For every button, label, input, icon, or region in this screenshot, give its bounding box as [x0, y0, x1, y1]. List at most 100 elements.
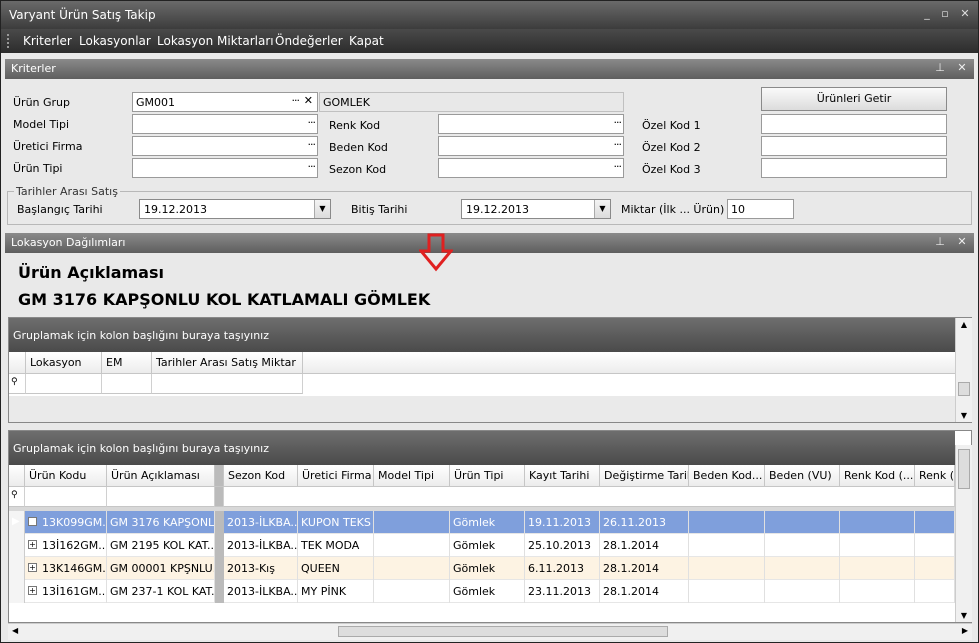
empty-cell[interactable] — [765, 580, 840, 603]
col-model-tipi[interactable]: Model Tipi — [374, 465, 450, 487]
col-satis-miktar[interactable]: Tarihler Arası Satış Miktar — [152, 352, 303, 374]
cell-desc[interactable]: GM 237-1 KOL KAT... — [107, 580, 215, 603]
ellipsis-icon[interactable]: ··· — [614, 160, 622, 173]
close-icon[interactable]: ✕ — [957, 7, 973, 21]
ellipsis-icon[interactable]: ··· — [308, 116, 316, 129]
scroll-right-icon[interactable]: ▶ — [962, 626, 968, 635]
cell-model[interactable] — [374, 534, 450, 557]
dropdown-arrow-icon[interactable]: ▼ — [594, 200, 610, 218]
empty-cell[interactable] — [915, 511, 955, 534]
cell-season[interactable]: 2013-İLKBA... — [224, 534, 298, 557]
cell-firm[interactable]: TEK MODA — [298, 534, 374, 557]
cell-model[interactable] — [374, 557, 450, 580]
filter-satis-miktar[interactable] — [152, 374, 303, 394]
empty-cell[interactable] — [689, 557, 765, 580]
col-beden-vu[interactable]: Beden (VU) — [765, 465, 840, 487]
ellipsis-icon[interactable]: ··· — [308, 138, 316, 151]
group-panel[interactable]: Gruplamak için kolon başlığını buraya ta… — [9, 318, 955, 352]
ellipsis-icon[interactable]: ··· — [292, 94, 300, 107]
empty-cell[interactable] — [840, 511, 915, 534]
start-date-picker[interactable]: 19.12.2013 ▼ — [139, 199, 331, 219]
cell-desc[interactable]: GM 3176 KAPŞONL... — [107, 511, 215, 534]
cell-type[interactable]: Gömlek — [450, 557, 525, 580]
scroll-down-icon[interactable]: ▼ — [956, 611, 972, 620]
col-urun-tipi[interactable]: Ürün Tipi — [450, 465, 525, 487]
cell-code[interactable]: 13İ162GM... — [25, 534, 107, 557]
products-hscroll[interactable]: ◀ ▶ — [8, 623, 972, 640]
empty-cell[interactable] — [915, 580, 955, 603]
cell-code[interactable]: 13K146GM... — [25, 557, 107, 580]
row-indicator[interactable] — [9, 580, 25, 603]
cell-firm[interactable]: MY PİNK — [298, 580, 374, 603]
urunleri-getir-button[interactable]: Ürünleri Getir — [761, 87, 947, 111]
cell-created[interactable]: 19.11.2013 — [525, 511, 600, 534]
cell-created[interactable]: 23.11.2013 — [525, 580, 600, 603]
col-renk-vu[interactable]: Renk (VU) — [915, 465, 955, 487]
col-beden-kod[interactable]: Beden Kod... — [689, 465, 765, 487]
empty-cell[interactable] — [689, 511, 765, 534]
cell-model[interactable] — [374, 580, 450, 603]
uretici-firma-input[interactable]: ··· — [132, 136, 318, 156]
col-renk-kod[interactable]: Renk Kod (... — [840, 465, 915, 487]
scroll-down-icon[interactable]: ▼ — [956, 411, 972, 420]
cell-season[interactable]: 2013-Kış — [224, 557, 298, 580]
table-row[interactable]: ▶ +13K099GM... GM 3176 KAPŞONL... 2013-İLKB… — [9, 511, 955, 534]
urun-grup-input[interactable]: GM001 ··· ✕ — [132, 92, 318, 112]
menu-kapat[interactable]: Kapat — [349, 34, 384, 48]
ellipsis-icon[interactable]: ··· — [614, 138, 622, 151]
table-row[interactable]: +13K146GM... GM 00001 KPŞNLU... 2013-Kış QU… — [9, 557, 955, 580]
cell-code[interactable]: 13İ161GM... — [25, 580, 107, 603]
pin-icon[interactable]: ⊥ — [933, 61, 947, 74]
table-row[interactable]: +13İ161GM... GM 237-1 KOL KAT... 2013-İLKB… — [9, 580, 955, 603]
row-indicator[interactable] — [9, 534, 25, 557]
scroll-thumb[interactable] — [958, 449, 970, 489]
empty-cell[interactable] — [765, 534, 840, 557]
cell-created[interactable]: 25.10.2013 — [525, 534, 600, 557]
urun-tipi-input[interactable]: ··· — [132, 158, 318, 178]
table-row[interactable]: +13İ162GM... GM 2195 KOL KAT... 2013-İLKBA… — [9, 534, 955, 557]
close-icon[interactable]: ✕ — [955, 235, 969, 248]
beden-kod-input[interactable]: ··· — [438, 136, 624, 156]
filter-lokasyon[interactable] — [26, 374, 102, 394]
empty-cell[interactable] — [765, 511, 840, 534]
location-vscroll[interactable]: ▲ ▼ — [955, 318, 972, 422]
empty-cell[interactable] — [840, 580, 915, 603]
cell-desc[interactable]: GM 2195 KOL KAT... — [107, 534, 215, 557]
filter-icon[interactable]: ⚲ — [9, 374, 26, 394]
cell-code[interactable]: 13K099GM... — [25, 511, 107, 534]
renk-kod-input[interactable]: ··· — [438, 114, 624, 134]
col-kayit-tarihi[interactable]: Kayıt Tarihi — [525, 465, 600, 487]
menu-ondegerler[interactable]: Öndeğerler — [275, 34, 343, 48]
ellipsis-icon[interactable]: ··· — [308, 160, 316, 173]
empty-cell[interactable] — [915, 557, 955, 580]
row-indicator[interactable] — [9, 557, 25, 580]
group-panel[interactable]: Gruplamak için kolon başlığını buraya ta… — [9, 431, 955, 465]
empty-cell[interactable] — [689, 580, 765, 603]
scroll-up-icon[interactable]: ▲ — [956, 320, 972, 329]
products-vscroll[interactable]: ▼ — [955, 445, 972, 622]
cell-type[interactable]: Gömlek — [450, 534, 525, 557]
current-row-indicator-icon[interactable]: ▶ — [9, 511, 25, 534]
quantity-input[interactable]: 10 — [727, 199, 794, 219]
cell-season[interactable]: 2013-İLKBA... — [224, 511, 298, 534]
scroll-thumb[interactable] — [338, 626, 668, 637]
restore-icon[interactable]: ▫ — [937, 7, 953, 21]
cell-type[interactable]: Gömlek — [450, 580, 525, 603]
clear-icon[interactable]: ✕ — [304, 94, 313, 107]
filter-other-columns[interactable] — [224, 487, 955, 507]
ellipsis-icon[interactable]: ··· — [614, 116, 622, 129]
col-degistirme-tarihi[interactable]: Değiştirme Tarihi — [600, 465, 689, 487]
cell-modified[interactable]: 26.11.2013 — [600, 511, 689, 534]
menu-kriterler[interactable]: Kriterler — [23, 34, 72, 48]
cell-created[interactable]: 6.11.2013 — [525, 557, 600, 580]
cell-model[interactable] — [374, 511, 450, 534]
empty-cell[interactable] — [689, 534, 765, 557]
scroll-left-icon[interactable]: ◀ — [12, 626, 18, 635]
col-uretici-firma[interactable]: Üretici Firma — [298, 465, 374, 487]
ozel-kod3-input[interactable] — [761, 158, 947, 178]
minimize-icon[interactable]: _ — [919, 7, 935, 21]
dropdown-arrow-icon[interactable]: ▼ — [314, 200, 330, 218]
col-sezon-kod[interactable]: Sezon Kod — [224, 465, 298, 487]
ozel-kod1-input[interactable] — [761, 114, 947, 134]
scroll-thumb[interactable] — [958, 382, 970, 396]
